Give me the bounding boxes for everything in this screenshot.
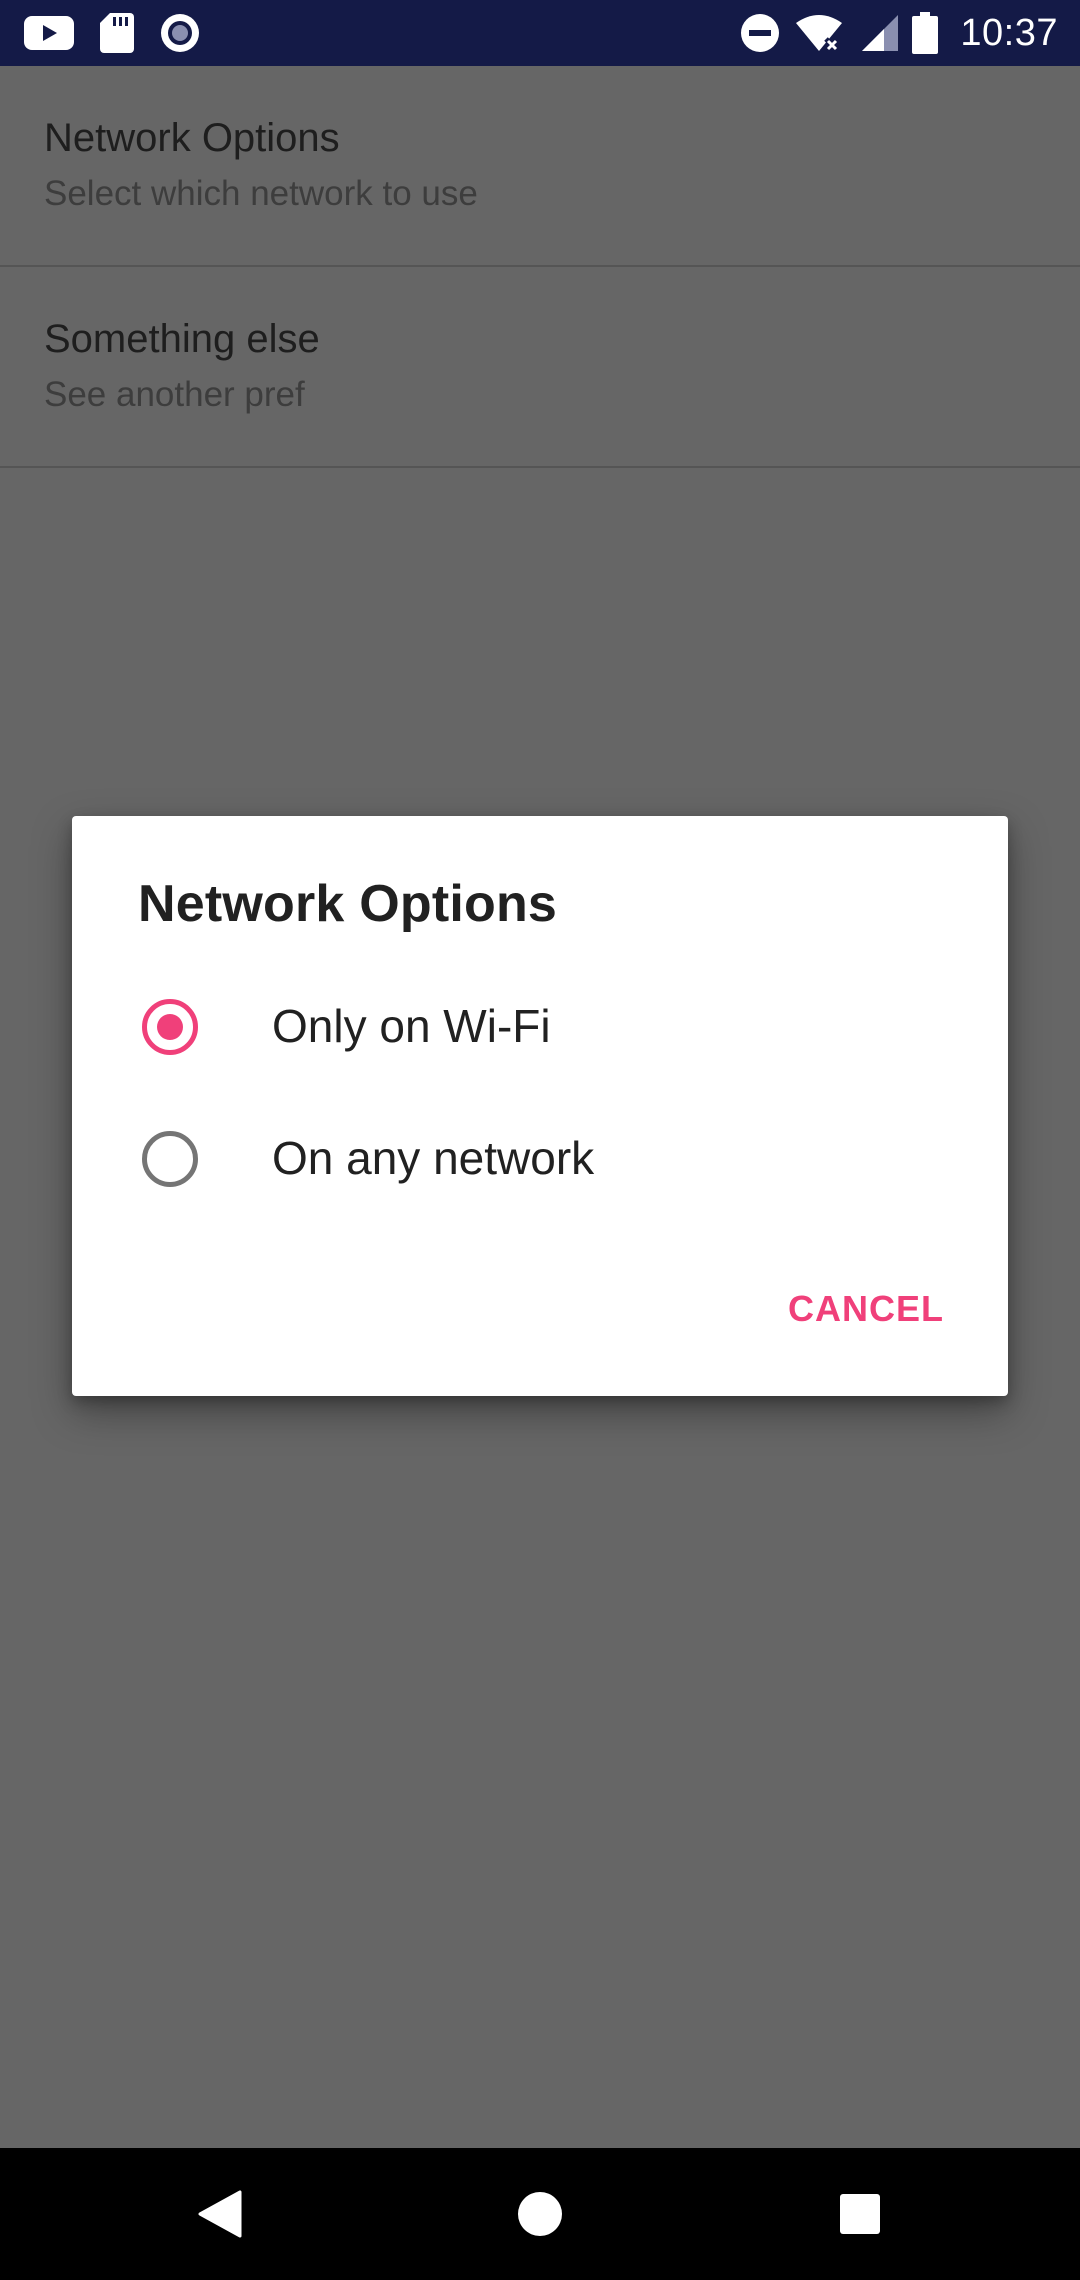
option-only-on-wifi[interactable]: Only on Wi-Fi	[72, 963, 1008, 1093]
radio-button-checked[interactable]	[142, 999, 198, 1055]
cell-signal-icon	[858, 13, 899, 53]
clock: 10:37	[960, 11, 1058, 54]
dialog-title: Network Options	[138, 875, 558, 933]
youtube-icon	[24, 16, 74, 50]
preference-title: Network Options	[44, 116, 340, 160]
wifi-icon	[794, 13, 844, 53]
option-on-any-network[interactable]: On any network	[72, 1095, 1008, 1225]
preference-network-options[interactable]: Network Options Select which network to …	[0, 66, 1080, 267]
system-icons: 10:37	[740, 0, 1058, 66]
option-label: On any network	[272, 1132, 595, 1184]
do-not-disturb-icon	[740, 13, 780, 53]
navigation-bar	[0, 2148, 1080, 2280]
recents-icon	[839, 2193, 881, 2235]
notification-icons	[24, 0, 200, 66]
back-button[interactable]	[140, 2148, 300, 2280]
home-button[interactable]	[460, 2148, 620, 2280]
status-bar: 10:37	[0, 0, 1080, 66]
record-icon	[160, 13, 200, 53]
battery-icon	[912, 12, 939, 54]
preference-something-else[interactable]: Something else See another pref	[0, 267, 1080, 468]
back-icon	[198, 2190, 242, 2238]
recents-button[interactable]	[780, 2148, 940, 2280]
preference-summary: Select which network to use	[44, 174, 478, 213]
preference-list: Network Options Select which network to …	[0, 66, 1080, 468]
dialog-actions: CANCEL	[788, 1280, 944, 1338]
home-icon	[517, 2191, 563, 2237]
radio-button-unchecked[interactable]	[142, 1131, 198, 1187]
option-label: Only on Wi-Fi	[272, 1000, 551, 1052]
preference-summary: See another pref	[44, 375, 305, 414]
sd-card-icon	[100, 13, 134, 53]
cancel-button[interactable]: CANCEL	[788, 1280, 944, 1338]
preference-title: Something else	[44, 317, 320, 361]
